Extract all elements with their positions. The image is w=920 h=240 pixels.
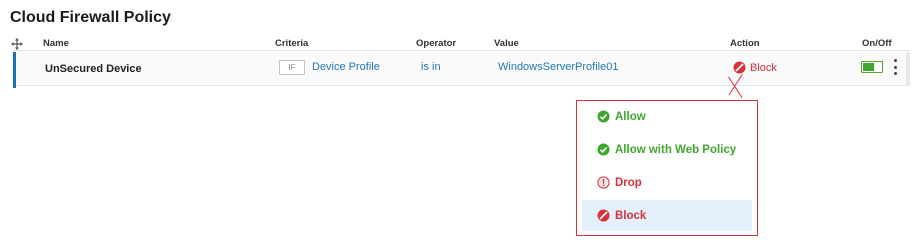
column-header-criteria[interactable]: Criteria <box>275 38 308 49</box>
row-selection-accent <box>13 52 16 88</box>
menu-item-label: Allow <box>615 110 646 123</box>
action-dropdown-menu: Allow Allow with Web Policy Drop Block <box>576 100 758 236</box>
block-icon <box>733 61 746 74</box>
block-icon <box>597 209 610 222</box>
menu-item-label: Allow with Web Policy <box>615 143 737 156</box>
action-label: Block <box>750 61 777 74</box>
column-header-action[interactable]: Action <box>730 38 760 49</box>
criteria-link[interactable]: Device Profile <box>312 61 380 73</box>
enabled-toggle[interactable] <box>861 61 883 73</box>
column-header-operator[interactable]: Operator <box>416 38 456 49</box>
menu-item-label: Block <box>615 209 647 222</box>
menu-item-drop[interactable]: Drop <box>582 167 752 198</box>
page-title: Cloud Firewall Policy <box>10 9 171 26</box>
check-circle-icon <box>597 143 610 156</box>
move-icon[interactable] <box>10 37 24 51</box>
header-divider <box>13 50 910 51</box>
condition-badge: IF <box>279 60 305 75</box>
check-circle-icon <box>597 110 610 123</box>
menu-item-allow-with-web-policy[interactable]: Allow with Web Policy <box>582 134 752 165</box>
column-header-onoff[interactable]: On/Off <box>862 38 892 49</box>
rule-name[interactable]: UnSecured Device <box>45 63 142 75</box>
menu-item-block[interactable]: Block <box>582 200 752 231</box>
menu-item-allow[interactable]: Allow <box>582 101 752 132</box>
operator-link[interactable]: is in <box>421 61 441 73</box>
table-row[interactable]: UnSecured Device IF Device Profile is in… <box>13 52 910 88</box>
column-header-name[interactable]: Name <box>43 38 69 49</box>
column-header-value[interactable]: Value <box>494 38 519 49</box>
value-link[interactable]: WindowsServerProfile01 <box>498 61 618 73</box>
toggle-knob <box>863 63 874 71</box>
more-options-icon[interactable] <box>892 59 898 75</box>
action-selector[interactable]: Block <box>733 61 777 74</box>
menu-item-label: Drop <box>615 176 642 189</box>
row-edge <box>906 52 910 86</box>
exclamation-circle-icon <box>597 176 610 189</box>
